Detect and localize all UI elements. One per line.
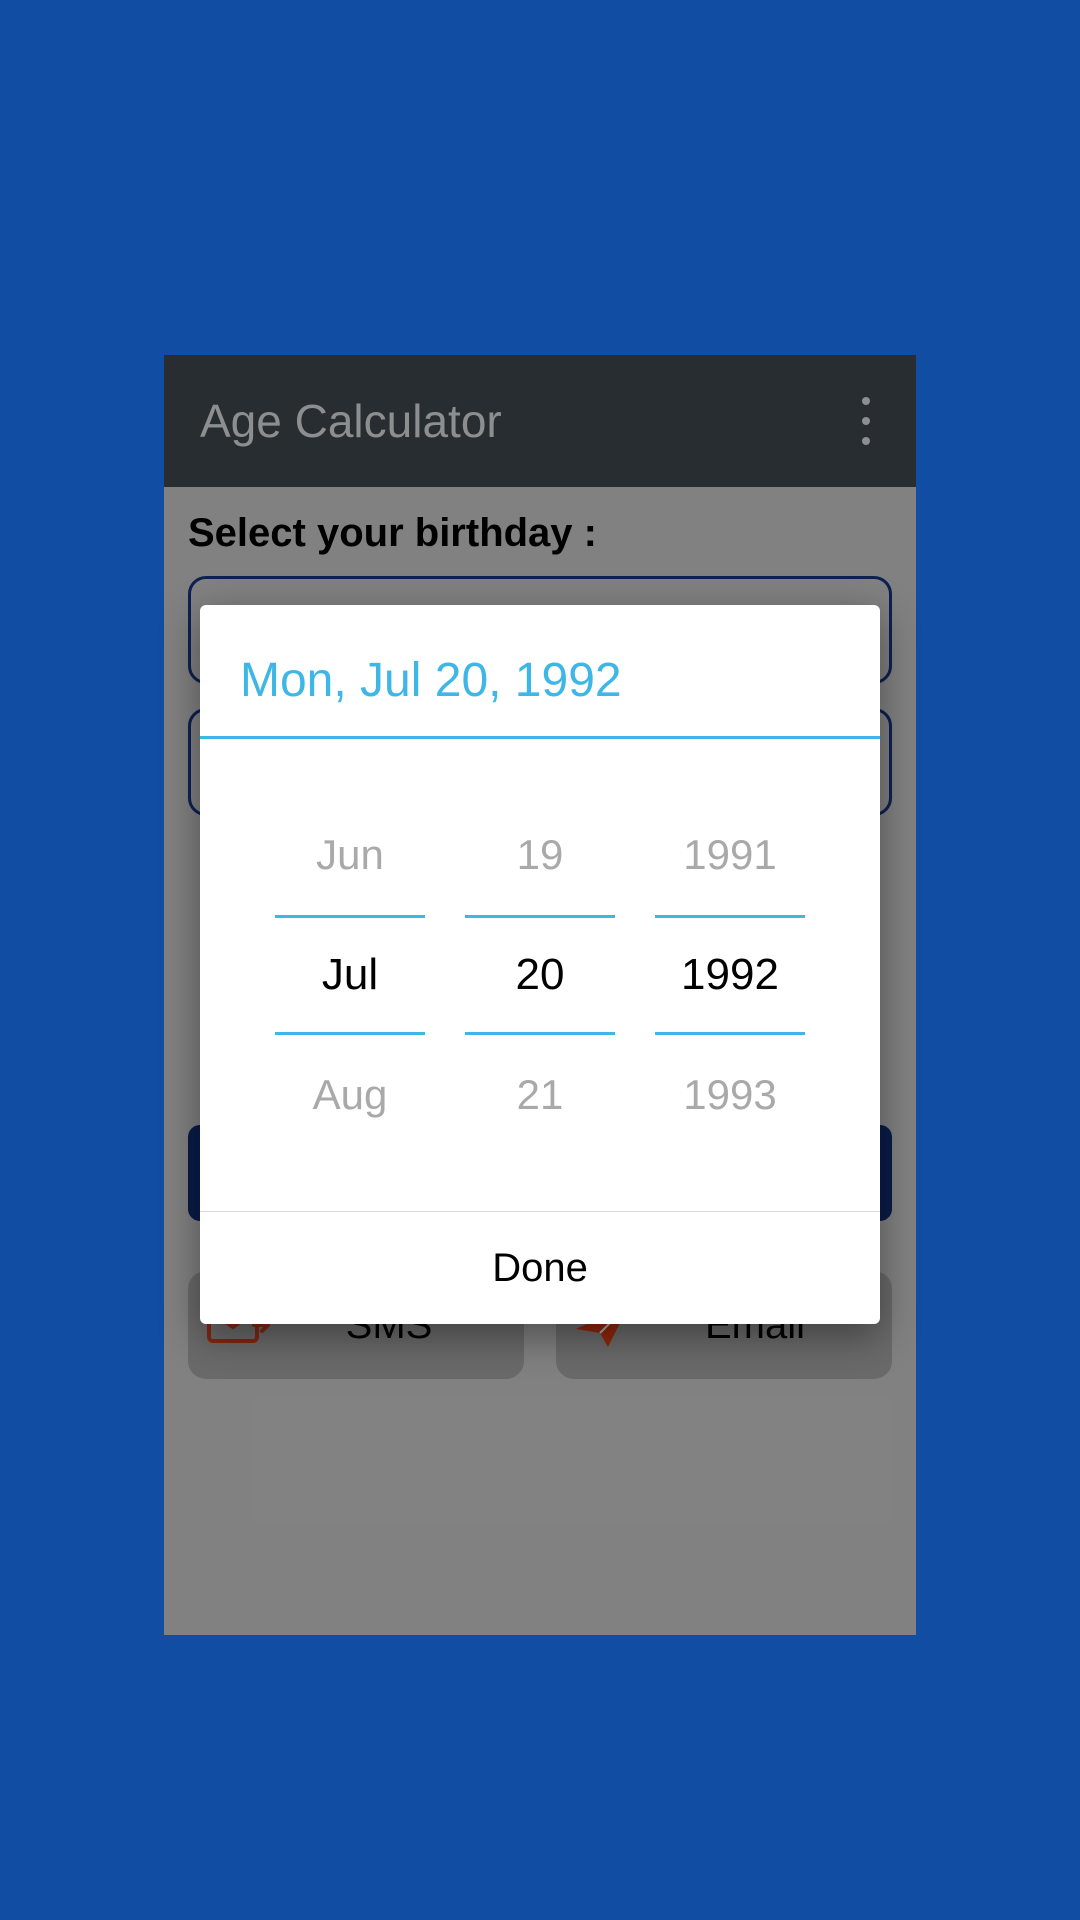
year-next[interactable]: 1993 [635, 1035, 825, 1155]
app-window: Age Calculator Select your birthday : | … [164, 355, 916, 1635]
day-prev[interactable]: 19 [445, 795, 635, 915]
picker-body: Jun Jul Aug 19 20 21 1991 1992 1993 [200, 739, 880, 1211]
date-picker-dialog: Mon, Jul 20, 1992 Jun Jul Aug 19 20 21 1… [200, 605, 880, 1324]
day-selected[interactable]: 20 [465, 915, 615, 1035]
year-selected[interactable]: 1992 [655, 915, 805, 1035]
done-button[interactable]: Done [200, 1212, 880, 1324]
date-picker-header: Mon, Jul 20, 1992 [200, 605, 880, 736]
month-wheel[interactable]: Jun Jul Aug [255, 795, 445, 1155]
month-prev[interactable]: Jun [255, 795, 445, 915]
year-wheel[interactable]: 1991 1992 1993 [635, 795, 825, 1155]
day-next[interactable]: 21 [445, 1035, 635, 1155]
year-prev[interactable]: 1991 [635, 795, 825, 915]
day-wheel[interactable]: 19 20 21 [445, 795, 635, 1155]
month-selected[interactable]: Jul [275, 915, 425, 1035]
month-next[interactable]: Aug [255, 1035, 445, 1155]
